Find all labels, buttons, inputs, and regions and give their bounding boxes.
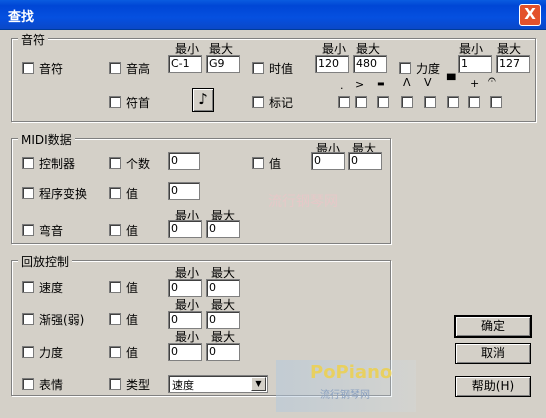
dynamics-value-label: 值	[126, 346, 139, 360]
duration-label: 时值	[269, 62, 294, 76]
program-value-input[interactable]: 0	[168, 182, 200, 200]
marks-label: 标记	[269, 96, 294, 110]
bend-min-input[interactable]: 0	[168, 220, 202, 238]
notehead-picker-button[interactable]: ♪	[192, 88, 214, 112]
pitch-max-input[interactable]: G9	[206, 55, 240, 73]
crescendo-min-input[interactable]: 0	[168, 311, 202, 329]
duration-max-input[interactable]: 480	[353, 55, 387, 73]
popiano-logo: PoPiano 流行钢琴网	[276, 360, 416, 412]
duration-min-input[interactable]: 120	[315, 55, 349, 73]
cancel-button[interactable]: 取消	[455, 343, 531, 364]
fermata-box-icon: ▀	[447, 74, 456, 87]
tempo-max-input[interactable]: 0	[206, 279, 240, 297]
note-checkbox[interactable]	[22, 62, 34, 74]
count-label: 个数	[126, 157, 151, 171]
close-button[interactable]: X	[519, 4, 541, 26]
mark-fermata-checkbox[interactable]	[490, 96, 502, 108]
logo-subtext: 流行钢琴网	[320, 390, 370, 401]
fermata-icon: 𝄐	[488, 72, 496, 88]
marks-checkbox[interactable]	[252, 96, 264, 108]
mark-staccato-checkbox[interactable]	[338, 96, 350, 108]
marcato-icon: Λ	[403, 76, 411, 89]
program-change-checkbox[interactable]	[22, 187, 34, 199]
pitch-checkbox[interactable]	[109, 62, 121, 74]
dynamics-min-input[interactable]: 0	[168, 343, 202, 361]
count-input[interactable]: 0	[168, 152, 200, 170]
type-label: 类型	[126, 378, 151, 392]
program-value-label: 值	[126, 187, 139, 201]
pitch-label: 音高	[126, 62, 151, 76]
mark-box-checkbox[interactable]	[447, 96, 459, 108]
expression-label: 表情	[39, 378, 64, 392]
crescendo-max-input[interactable]: 0	[206, 311, 240, 329]
dynamics-label: 力度	[39, 346, 64, 360]
tempo-value-checkbox[interactable]	[109, 281, 121, 293]
mark-accent-checkbox[interactable]	[355, 96, 367, 108]
staccato-icon: .	[340, 79, 344, 92]
tenuto-icon: ▬	[377, 79, 385, 88]
expression-checkbox[interactable]	[22, 378, 34, 390]
eighth-note-icon: ♪	[198, 90, 208, 108]
pitch-min-input[interactable]: C-1	[168, 55, 202, 73]
count-checkbox[interactable]	[109, 157, 121, 169]
bend-value-label: 值	[126, 224, 139, 238]
notehead-checkbox[interactable]	[109, 96, 121, 108]
title-bar: 查找 X	[0, 0, 546, 30]
mark-inverted-marcato-checkbox[interactable]	[424, 96, 436, 108]
midi-value-checkbox[interactable]	[252, 157, 264, 169]
controller-label: 控制器	[39, 157, 76, 171]
tempo-value-label: 值	[126, 281, 139, 295]
chevron-down-icon[interactable]: ▼	[251, 377, 266, 391]
ok-button[interactable]: 确定	[454, 315, 532, 338]
plus-icon: +	[470, 77, 480, 90]
velocity-label: 力度	[416, 62, 441, 76]
tempo-min-input[interactable]: 0	[168, 279, 202, 297]
midi-value-max-input[interactable]: 0	[348, 152, 382, 170]
type-checkbox[interactable]	[109, 378, 121, 390]
dynamics-checkbox[interactable]	[22, 346, 34, 358]
accent-icon: >	[355, 78, 365, 91]
mark-plus-checkbox[interactable]	[468, 96, 480, 108]
tempo-checkbox[interactable]	[22, 281, 34, 293]
type-select[interactable]: 速度 ▼	[168, 375, 268, 393]
crescendo-value-checkbox[interactable]	[109, 313, 121, 325]
bend-value-checkbox[interactable]	[109, 224, 121, 236]
velocity-checkbox[interactable]	[399, 62, 411, 74]
bend-max-input[interactable]: 0	[206, 220, 240, 238]
tempo-label: 速度	[39, 281, 64, 295]
logo-text: PoPiano	[310, 362, 393, 383]
note-label: 音符	[39, 62, 64, 76]
program-value-checkbox[interactable]	[109, 187, 121, 199]
note-group-legend: 音符	[18, 31, 49, 48]
close-icon: X	[524, 5, 536, 23]
dynamics-value-checkbox[interactable]	[109, 346, 121, 358]
program-change-label: 程序变换	[39, 187, 88, 201]
controller-checkbox[interactable]	[22, 157, 34, 169]
mark-tenuto-checkbox[interactable]	[377, 96, 389, 108]
midi-value-label: 值	[269, 157, 282, 171]
type-select-value: 速度	[172, 379, 194, 392]
pitch-bend-label: 弯音	[39, 224, 64, 238]
notehead-label: 符首	[126, 96, 151, 110]
duration-checkbox[interactable]	[252, 62, 264, 74]
velocity-min-input[interactable]: 1	[458, 55, 492, 73]
inverted-marcato-icon: V	[424, 76, 432, 89]
velocity-max-input[interactable]: 127	[496, 55, 530, 73]
help-button[interactable]: 帮助(H)	[455, 376, 531, 397]
pitch-bend-checkbox[interactable]	[22, 224, 34, 236]
crescendo-value-label: 值	[126, 313, 139, 327]
mark-marcato-checkbox[interactable]	[401, 96, 413, 108]
dynamics-max-input[interactable]: 0	[206, 343, 240, 361]
dialog-body: 音符 最小 最大 最小 最大 最小 最大 音符 音高 C-1 G9 时值 120…	[0, 30, 546, 418]
midi-value-min-input[interactable]: 0	[311, 152, 345, 170]
crescendo-checkbox[interactable]	[22, 313, 34, 325]
window-title: 查找	[8, 10, 35, 25]
playback-group-legend: 回放控制	[18, 253, 73, 270]
crescendo-label: 渐强(弱)	[39, 313, 85, 327]
midi-group-legend: MIDI数据	[18, 131, 75, 148]
watermark-text: 流行钢琴网	[268, 194, 338, 210]
